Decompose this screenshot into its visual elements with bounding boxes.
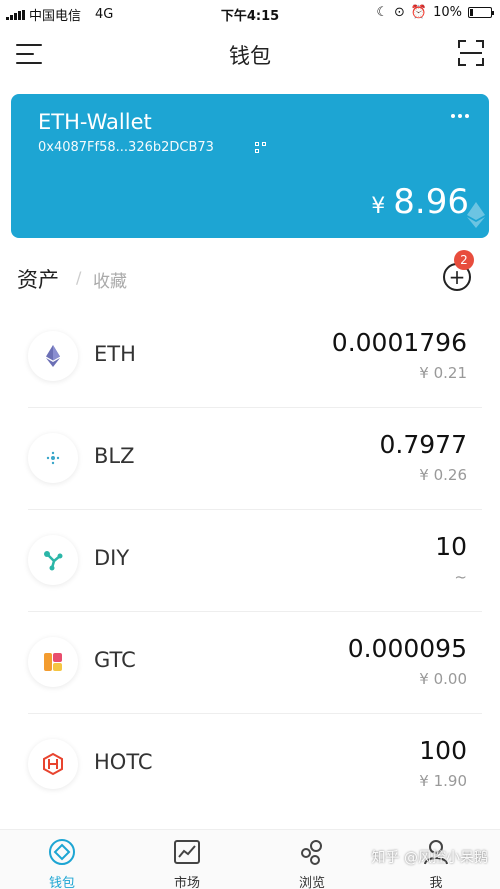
nav-wallet[interactable]: 钱包 [22, 830, 102, 889]
tab-assets[interactable]: 资产 [17, 264, 59, 294]
page-title: 钱包 [229, 44, 271, 68]
status-right: ☾ ⊙ ⏰ 10% [376, 5, 494, 20]
currency-symbol: ¥ [371, 194, 386, 219]
token-amount: 0.7977 [379, 430, 467, 459]
gtc-icon [28, 637, 78, 687]
token-symbol: BLZ [94, 444, 135, 468]
moon-icon: ☾ [376, 5, 388, 20]
token-amount: 0.000095 [347, 634, 467, 663]
nav-label: 钱包 [48, 876, 75, 889]
wallet-balance: ¥ 8.96 [371, 182, 469, 222]
browse-icon [301, 840, 322, 865]
nav-label: 浏览 [298, 876, 325, 889]
tab-separator: / [76, 268, 82, 287]
token-value: ¥ 0.21 [419, 364, 467, 382]
token-amount: 10 [435, 532, 467, 561]
diy-icon [28, 535, 78, 585]
token-row-diy[interactable]: DIY 10 ~ [0, 510, 500, 612]
scan-icon[interactable] [458, 40, 484, 66]
token-symbol: GTC [94, 648, 136, 672]
menu-icon[interactable] [16, 42, 42, 66]
nav-label: 市场 [173, 876, 200, 889]
battery-label: 10% [433, 5, 462, 20]
nav-browse[interactable]: 浏览 [272, 830, 352, 889]
token-symbol: ETH [94, 342, 136, 366]
token-row-eth[interactable]: ETH 0.0001796 ¥ 0.21 [0, 306, 500, 408]
eth-icon [28, 331, 78, 381]
token-row-blz[interactable]: BLZ 0.7977 ¥ 0.26 [0, 408, 500, 510]
token-row-hotc[interactable]: HOTC 100 ¥ 1.90 [0, 714, 500, 816]
more-icon[interactable] [451, 114, 469, 118]
watermark-text: 知乎 @风控小呆鹅 [371, 850, 488, 866]
wallet-name: ETH-Wallet [38, 110, 152, 134]
lock-rotation-icon: ⊙ [394, 5, 405, 20]
token-value: ¥ 0.26 [419, 466, 467, 484]
battery-icon [468, 7, 494, 18]
qr-code-icon[interactable] [255, 142, 267, 154]
assets-header: 资产 / 收藏 + 2 [0, 250, 500, 298]
blz-icon [28, 433, 78, 483]
market-icon [174, 840, 200, 864]
token-amount: 100 [419, 736, 467, 765]
token-symbol: HOTC [94, 750, 153, 774]
token-value: ¥ 0.00 [419, 670, 467, 688]
status-bar: 中国电信 4G 下午4:15 ☾ ⊙ ⏰ 10% [0, 0, 500, 26]
balance-value: 8.96 [393, 182, 469, 222]
token-value: ~ [454, 568, 467, 586]
wallet-address: 0x4087Ff58...326b2DCB73 [38, 140, 214, 155]
token-row-gtc[interactable]: GTC 0.000095 ¥ 0.00 [0, 612, 500, 714]
notification-badge: 2 [454, 250, 474, 270]
alarm-icon: ⏰ [410, 5, 428, 20]
app-header: 钱包 [0, 26, 500, 82]
eth-watermark-icon [467, 202, 485, 228]
nav-market[interactable]: 市场 [147, 830, 227, 889]
wallet-icon [49, 839, 75, 865]
tab-favorites[interactable]: 收藏 [93, 267, 127, 292]
token-amount: 0.0001796 [331, 328, 467, 357]
token-symbol: DIY [94, 546, 130, 570]
token-value: ¥ 1.90 [419, 772, 467, 790]
hotc-icon [28, 739, 78, 789]
nav-label: 我 [429, 876, 443, 889]
wallet-card[interactable]: ETH-Wallet 0x4087Ff58...326b2DCB73 ¥ 8.9… [11, 94, 489, 238]
